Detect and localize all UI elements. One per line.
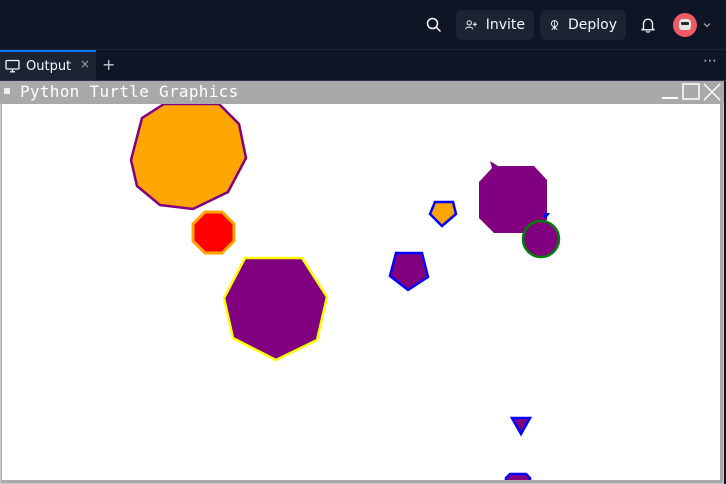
purple-circle: [521, 219, 561, 259]
add-tab-button[interactable]: +: [102, 55, 115, 74]
bell-icon: [641, 18, 655, 33]
turtle-canvas[interactable]: [2, 104, 720, 480]
deploy-icon: [550, 20, 559, 31]
turtle-window-title: Python Turtle Graphics: [20, 82, 239, 101]
window-menu-icon[interactable]: [4, 88, 10, 94]
monitor-icon: [5, 59, 20, 73]
deploy-label: Deploy: [567, 17, 617, 33]
search-icon: [426, 17, 442, 33]
close-icon[interactable]: [702, 83, 722, 101]
add-user-icon: [465, 20, 478, 30]
account-menu[interactable]: [673, 10, 721, 40]
tab-strip: Output × + ⋯: [0, 50, 726, 81]
red-octagon: [191, 210, 236, 255]
maximize-icon[interactable]: [681, 83, 701, 101]
purple-pentagon: [388, 251, 430, 292]
top-bar: Invite Deploy: [0, 0, 726, 50]
chevron-down-icon: [703, 23, 711, 28]
minimize-icon[interactable]: [660, 83, 680, 101]
orange-pentagon: [428, 200, 458, 228]
invite-button[interactable]: Invite: [456, 10, 534, 40]
purple-heptagon: [222, 256, 329, 362]
orange-nonagon: [129, 104, 248, 211]
deploy-button[interactable]: Deploy: [540, 10, 626, 40]
search-button[interactable]: [420, 10, 448, 40]
tab-output-label: Output: [26, 58, 72, 74]
more-options-button[interactable]: ⋯: [703, 53, 718, 69]
partial-shape-bottom: [504, 472, 532, 480]
avatar: [673, 13, 697, 37]
notifications-button[interactable]: [634, 10, 662, 40]
purple-triangle: [509, 416, 533, 437]
invite-label: Invite: [485, 17, 525, 33]
tab-close-button[interactable]: ×: [80, 57, 90, 71]
